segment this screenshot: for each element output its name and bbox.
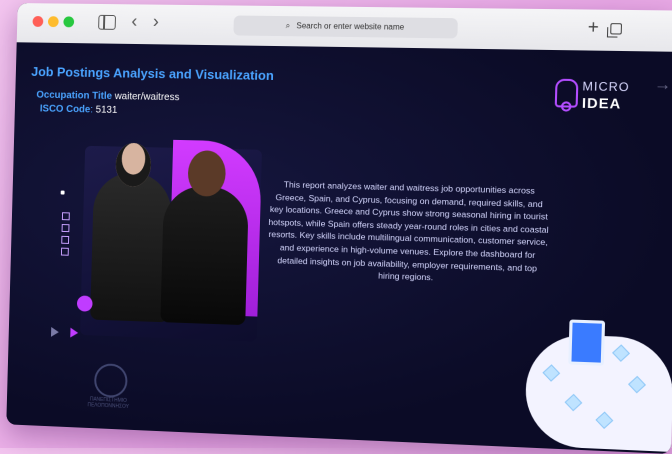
report-description: This report analyzes waiter and waitress… <box>268 179 549 283</box>
logo-text-top: MICRO <box>582 79 630 95</box>
desktop-background: ‹ › ⌕ Search or enter website name + Job… <box>0 0 672 454</box>
isco-value: 5131 <box>95 104 118 116</box>
zoom-dot-icon[interactable] <box>63 16 75 28</box>
hero-image <box>51 137 263 342</box>
page-content: Job Postings Analysis and Visualization … <box>6 42 672 454</box>
seal-text: ΠΑΝΕΠΙΣΤΗΜΙΟ ΠΕΛΟΠΟΝΝΗΣΟΥ <box>87 396 129 410</box>
new-tab-icon[interactable]: + <box>588 17 600 38</box>
back-icon[interactable]: ‹ <box>131 11 137 31</box>
next-arrow-icon[interactable]: → <box>654 76 671 95</box>
university-seal-logo: ΠΑΝΕΠΙΣΤΗΜΙΟ ΠΕΛΟΠΟΝΝΗΣΟΥ <box>74 362 144 424</box>
micro-idea-logo: MICRO IDEA <box>554 77 631 119</box>
forward-icon[interactable]: › <box>153 12 159 32</box>
browser-window: ‹ › ⌕ Search or enter website name + Job… <box>6 3 672 454</box>
play-outline-icon[interactable] <box>50 326 59 338</box>
close-dot-icon[interactable] <box>32 16 44 27</box>
logo-mark-icon <box>554 78 579 108</box>
minimize-dot-icon[interactable] <box>47 16 59 28</box>
tabs-overview-icon[interactable] <box>610 23 623 35</box>
occupation-line: Occupation Title waiter/waitress <box>36 90 179 104</box>
presentation-controls <box>50 324 87 343</box>
logo-text-bottom: IDEA <box>581 94 622 112</box>
isco-line: ISCO Code: 5131 <box>39 103 118 116</box>
occupation-value: waiter/waitress <box>114 91 180 104</box>
play-icon[interactable] <box>70 327 79 338</box>
decorative-dot <box>60 190 65 195</box>
seal-emblem-icon <box>93 363 128 399</box>
isco-label: ISCO Code <box>39 103 91 116</box>
occupation-label: Occupation Title <box>36 89 113 102</box>
address-bar[interactable]: ⌕ Search or enter website name <box>233 15 458 39</box>
man-photo <box>160 185 250 326</box>
illustration-screen <box>568 319 606 366</box>
address-bar-placeholder: Search or enter website name <box>296 21 405 32</box>
decorative-squares <box>60 212 70 259</box>
sidebar-icon[interactable] <box>98 14 117 30</box>
page-title: Job Postings Analysis and Visualization <box>31 64 275 84</box>
search-icon: ⌕ <box>285 21 291 31</box>
dashboard-illustration <box>524 313 672 452</box>
